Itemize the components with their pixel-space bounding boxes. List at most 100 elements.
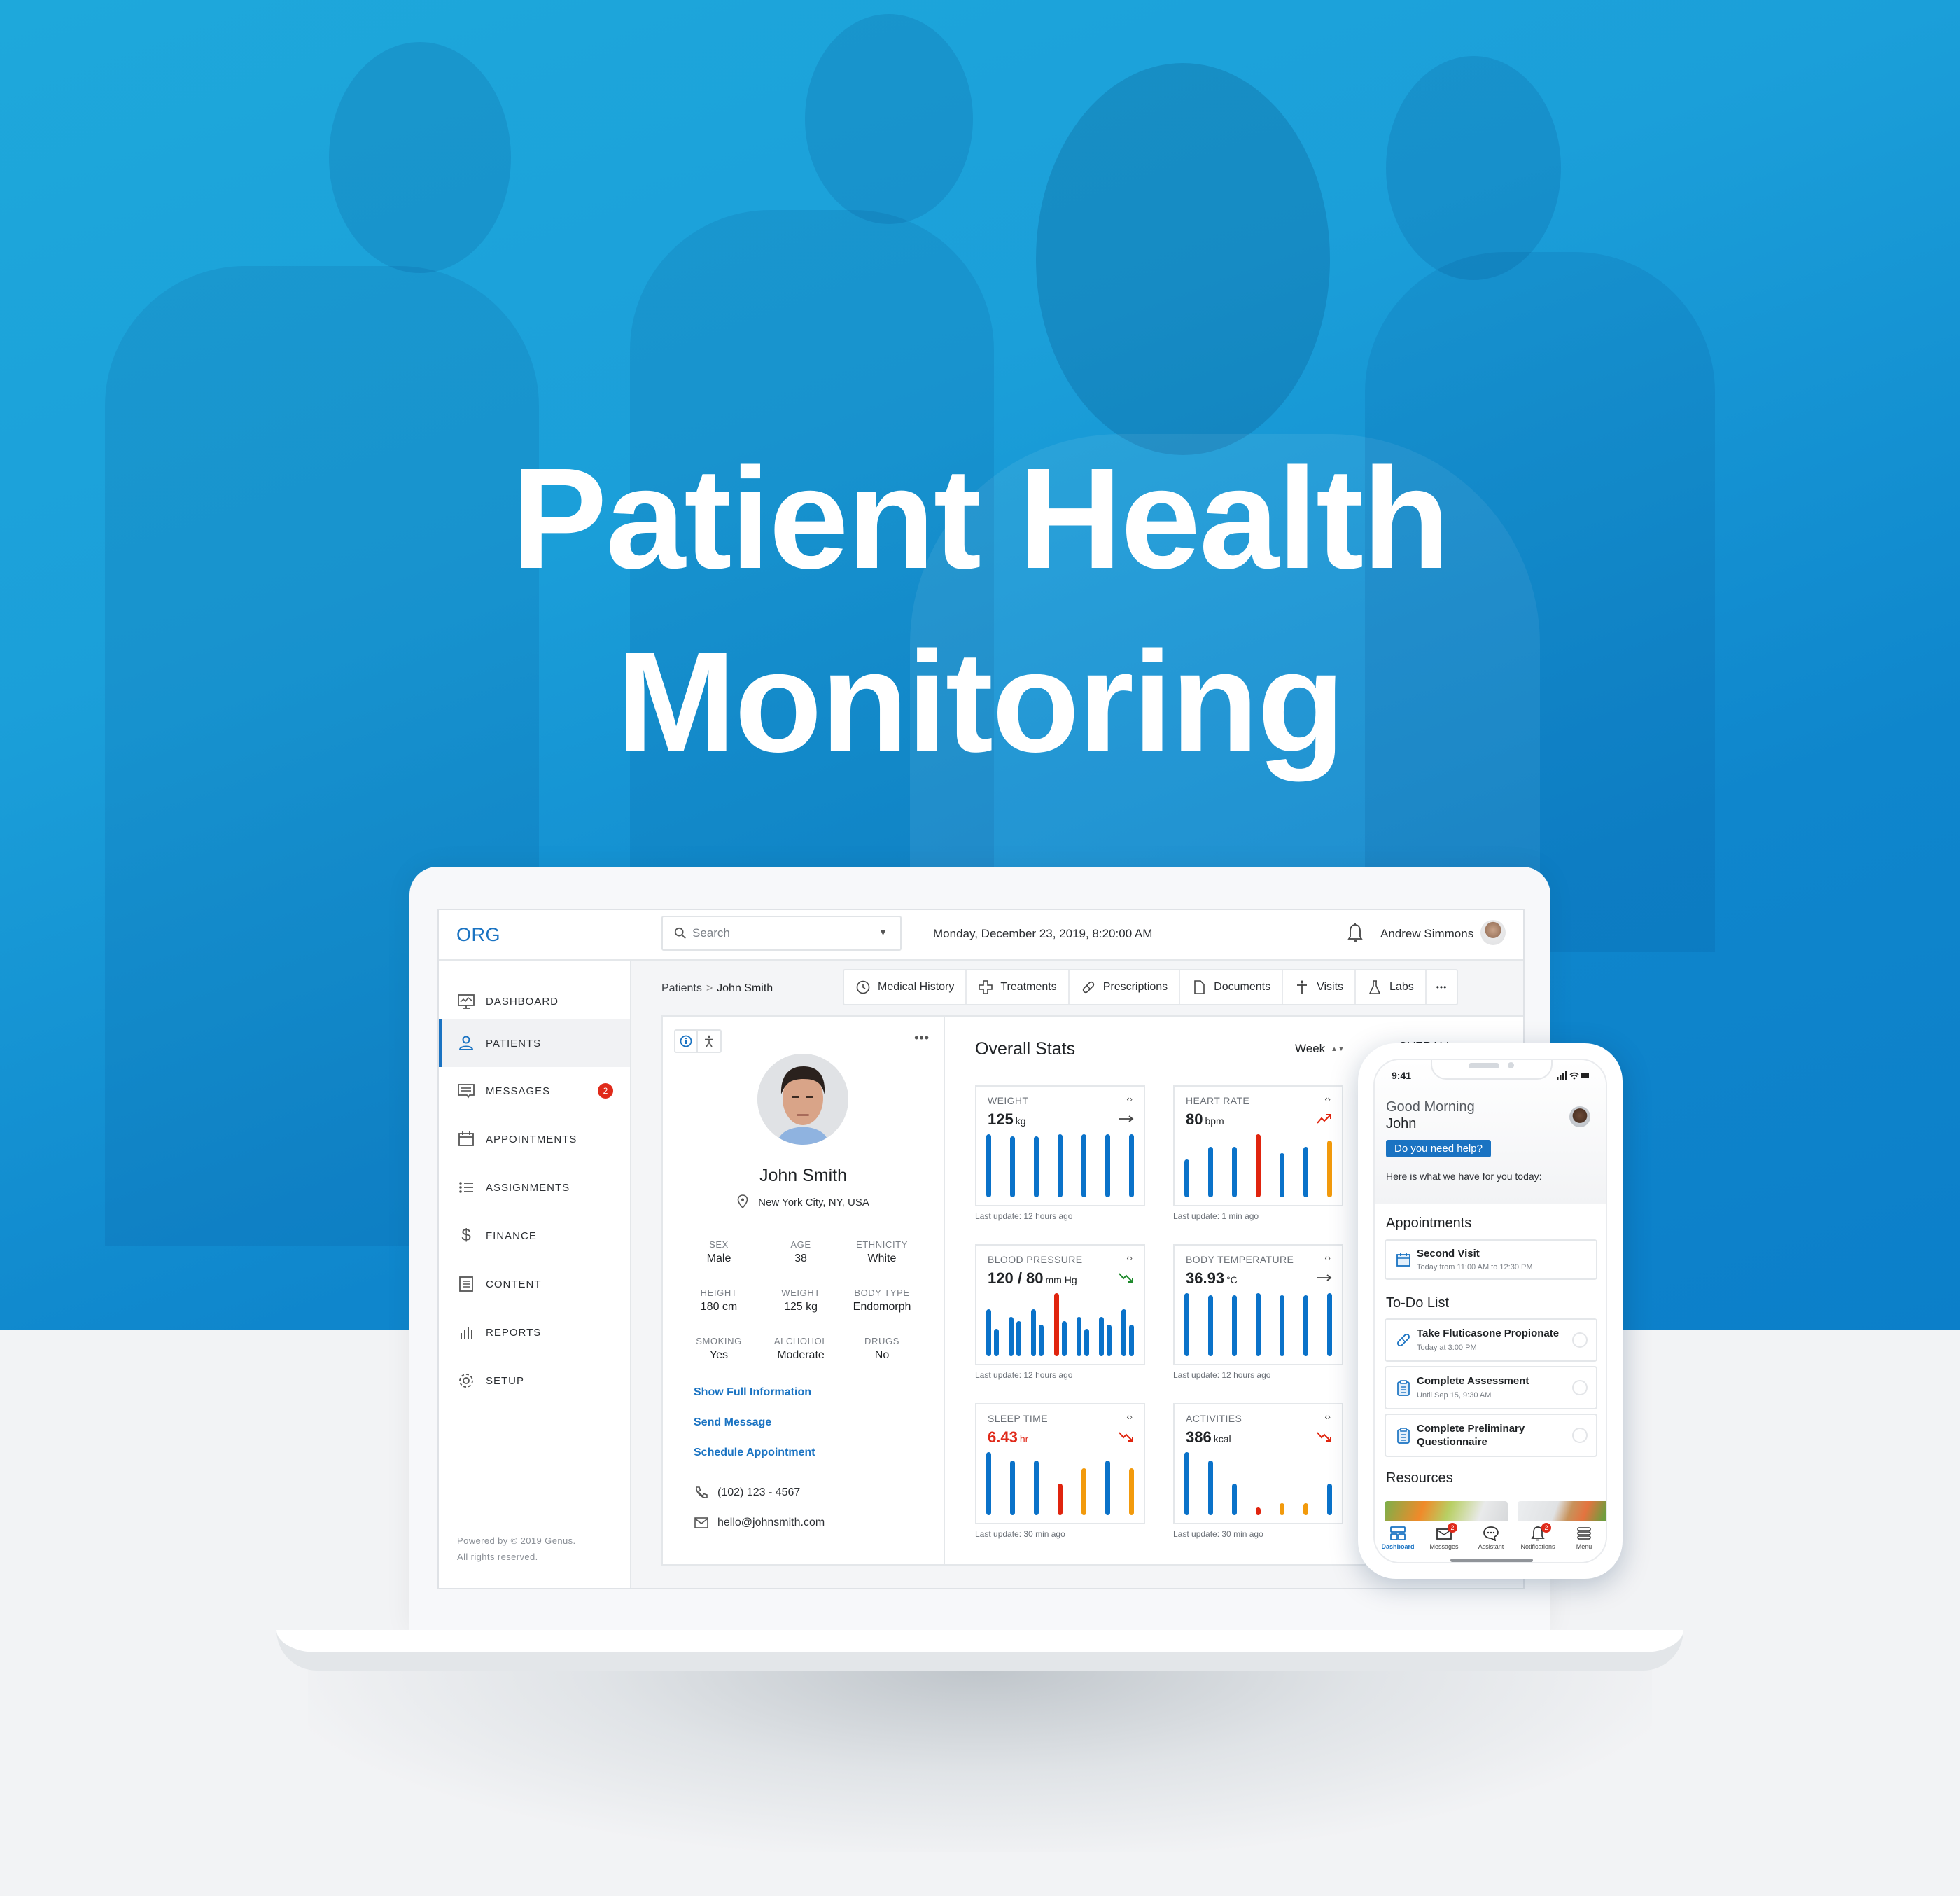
breadcrumb: Patients > John Smith (662, 982, 773, 995)
tab-messages[interactable]: 2 Messages (1421, 1523, 1467, 1550)
dashboard-monitor-icon (458, 994, 475, 1009)
mobile-tab-bar: Dashboard 2 Messages Assistant 2 Notific… (1375, 1521, 1606, 1562)
pill-icon (1397, 1334, 1410, 1346)
sidebar-item-label: PATIENTS (486, 1037, 542, 1050)
attr-value: Endomorph (853, 1301, 911, 1313)
stat-bar-chart (1184, 1293, 1332, 1356)
org-logo[interactable]: ORG (456, 924, 500, 946)
sidebar-item-appointments[interactable]: APPOINTMENTS (439, 1115, 630, 1163)
tab-treatments[interactable]: Treatments (967, 970, 1070, 1004)
stat-bar (1129, 1134, 1134, 1197)
stat-card-value: 120 / 80 mm Hg (988, 1269, 1077, 1288)
info-view-button[interactable] (676, 1031, 699, 1052)
tab-menu[interactable]: Menu (1561, 1526, 1606, 1550)
stat-card-heart-rate[interactable]: HEART RATE ‹› 80 bpm (1173, 1085, 1343, 1206)
sidebar-item-reports[interactable]: REPORTS (439, 1309, 630, 1356)
mobile-user-avatar[interactable] (1569, 1106, 1590, 1127)
expand-code-icon[interactable]: ‹› (1126, 1411, 1133, 1422)
stat-bar (1076, 1317, 1082, 1356)
footer-rights: All rights reserved. (457, 1552, 538, 1562)
tab-labs[interactable]: Labs (1356, 970, 1427, 1004)
expand-code-icon[interactable]: ‹› (1324, 1253, 1331, 1263)
trend-flat-icon (1119, 1113, 1134, 1124)
stat-card-weight[interactable]: WEIGHT ‹› 125 kg (975, 1085, 1145, 1206)
stat-card-sleep-time[interactable]: SLEEP TIME ‹› 6.43 hr (975, 1403, 1145, 1524)
schedule-appointment-link[interactable]: Schedule Appointment (694, 1447, 816, 1459)
sidebar-item-label: DASHBOARD (486, 995, 559, 1008)
tab-assistant[interactable]: Assistant (1468, 1526, 1514, 1550)
bell-icon[interactable] (1347, 923, 1364, 944)
stat-card-blood-pressure[interactable]: BLOOD PRESSURE ‹› 120 / 80 mm Hg (975, 1244, 1145, 1365)
tab-more[interactable]: ••• (1427, 970, 1457, 1004)
stat-bar (1084, 1329, 1089, 1356)
sidebar-item-label: MESSAGES (486, 1085, 551, 1097)
sidebar-item-patients[interactable]: PATIENTS (439, 1019, 630, 1067)
sidebar-item-label: FINANCE (486, 1229, 537, 1242)
todo-checkbox[interactable] (1572, 1332, 1588, 1348)
attr-label: SEX (709, 1239, 729, 1250)
body-view-button[interactable] (698, 1031, 720, 1052)
calendar-icon (458, 1131, 474, 1146)
todo-checkbox[interactable] (1572, 1380, 1588, 1395)
stat-bar (1256, 1507, 1261, 1515)
location-pin-icon (737, 1194, 748, 1209)
sidebar-item-dashboard[interactable]: DASHBOARD (439, 977, 630, 1025)
stat-bar (1061, 1320, 1067, 1356)
more-icon: ••• (1436, 982, 1448, 992)
sidebar-footer: Powered by © 2019 Genus. All rights rese… (457, 1533, 576, 1565)
search-input[interactable]: Search ▼ (662, 916, 902, 951)
todo-item[interactable]: Take Fluticasone Propionate Today at 3:0… (1385, 1318, 1597, 1362)
sidebar-item-setup[interactable]: SETUP (439, 1357, 630, 1404)
tab-medical-history[interactable]: Medical History (844, 970, 967, 1004)
patient-phone[interactable]: (102) 123 - 4567 (694, 1486, 800, 1500)
patient-email[interactable]: hello@johnsmith.com (694, 1516, 825, 1530)
stat-bar (1256, 1134, 1261, 1197)
trend-down-green-icon (1119, 1272, 1134, 1283)
user-avatar[interactable] (1480, 920, 1506, 945)
expand-code-icon[interactable]: ‹› (1126, 1253, 1133, 1263)
stat-bar-chart (986, 1293, 1134, 1356)
tab-notifications[interactable]: 2 Notifications (1515, 1523, 1561, 1550)
stat-card-body-temperature[interactable]: BODY TEMPERATURE ‹› 36.93 °C (1173, 1244, 1343, 1365)
stat-last-update: Last update: 30 min ago (1173, 1529, 1264, 1539)
todo-checkbox[interactable] (1572, 1428, 1588, 1443)
stat-value-unit: kcal (1213, 1433, 1231, 1444)
expand-code-icon[interactable]: ‹› (1126, 1094, 1133, 1104)
attr-label: ALCHOHOL (774, 1336, 828, 1346)
status-icons (1557, 1071, 1589, 1080)
attr-drugs: DRUGS No (836, 1336, 927, 1362)
user-name[interactable]: Andrew Simmons (1380, 927, 1474, 941)
todo-item[interactable]: Complete Assessment Until Sep 15, 9:30 A… (1385, 1366, 1597, 1409)
sort-arrows-icon: ▲▼ (1331, 1045, 1345, 1053)
dashboard-icon (1390, 1526, 1406, 1540)
sidebar-item-finance[interactable]: $ FINANCE (439, 1212, 630, 1260)
stat-bar (1058, 1484, 1063, 1515)
tab-label: Dashboard (1381, 1543, 1415, 1550)
tab-dashboard[interactable]: Dashboard (1375, 1526, 1421, 1550)
tab-visits[interactable]: Visits (1283, 970, 1357, 1004)
profile-more-button[interactable]: ••• (914, 1031, 930, 1045)
period-select[interactable]: Week ▲▼ (1295, 1042, 1345, 1056)
background-person-left (329, 42, 511, 273)
stat-last-update: Last update: 12 hours ago (1173, 1370, 1271, 1380)
tab-documents[interactable]: Documents (1180, 970, 1284, 1004)
stat-card-activities[interactable]: ACTIVITIES ‹› 386 kcal (1173, 1403, 1343, 1524)
stat-value-number: 125 (988, 1110, 1014, 1128)
stat-bar (1208, 1460, 1213, 1515)
stat-bar (1232, 1295, 1237, 1356)
sidebar-item-content[interactable]: CONTENT (439, 1260, 630, 1308)
expand-code-icon[interactable]: ‹› (1324, 1411, 1331, 1422)
attr-label: BODY TYPE (854, 1288, 910, 1298)
tab-prescriptions[interactable]: Prescriptions (1070, 970, 1181, 1004)
show-full-information-link[interactable]: Show Full Information (694, 1386, 811, 1399)
chevron-down-icon[interactable]: ▼ (878, 927, 888, 937)
breadcrumb-patients[interactable]: Patients (662, 982, 702, 994)
stat-bar (1208, 1295, 1213, 1356)
sidebar-item-messages[interactable]: MESSAGES 2 (439, 1067, 630, 1115)
send-message-link[interactable]: Send Message (694, 1416, 771, 1429)
help-button[interactable]: Do you need help? (1386, 1140, 1491, 1157)
sidebar-item-assignments[interactable]: ASSIGNMENTS (439, 1164, 630, 1211)
expand-code-icon[interactable]: ‹› (1324, 1094, 1331, 1104)
appointment-card[interactable]: Second Visit Today from 11:00 AM to 12:3… (1385, 1239, 1597, 1280)
todo-item[interactable]: Complete Preliminary Questionnaire (1385, 1414, 1597, 1457)
